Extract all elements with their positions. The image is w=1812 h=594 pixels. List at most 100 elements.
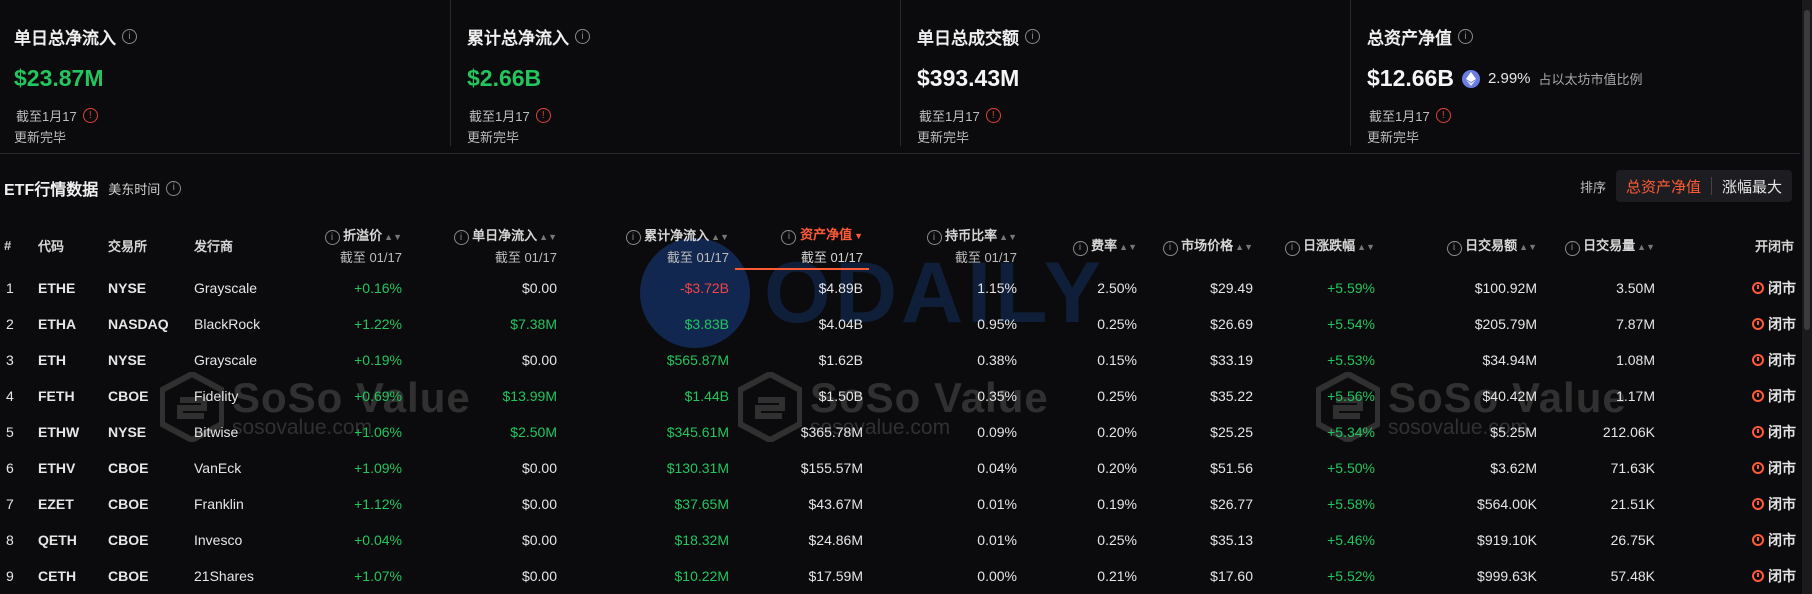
sort-bar: 排序 总资产净值 涨幅最大 xyxy=(1580,170,1792,202)
info-icon[interactable]: i xyxy=(1072,240,1088,256)
cell-daily-volume: 7.87M xyxy=(1616,316,1655,332)
col-net-assets[interactable]: i 资产净值 ▼ 截至 01/17 xyxy=(735,222,869,270)
col-exchange: 交易所 xyxy=(108,239,148,254)
cell-code[interactable]: ETHE xyxy=(38,269,108,306)
sort-caret-icon[interactable]: ▲▼ xyxy=(1357,242,1375,252)
stat-date: 截至1月17 xyxy=(16,109,77,124)
sort-caret-icon[interactable]: ▲▼ xyxy=(1119,242,1137,252)
cell-daily-inflow: $13.99M xyxy=(502,388,557,404)
cell-daily-inflow: $0.00 xyxy=(521,496,557,512)
cell-market-price: $35.13 xyxy=(1210,532,1253,548)
cell-daily-volume: 26.75K xyxy=(1610,532,1655,548)
cell-cumulative-inflow: $345.61M xyxy=(666,424,729,440)
col-premium[interactable]: i 折溢价 ▲▼ 截至 01/17 xyxy=(312,222,408,269)
info-icon[interactable]: i xyxy=(926,230,942,246)
cell-fee: 0.25% xyxy=(1097,532,1137,548)
info-icon[interactable]: ! xyxy=(985,108,1001,123)
table-row[interactable]: 9 CETH CBOE 21Shares +1.07% $0.00 $10.22M $17.5… xyxy=(0,558,1800,594)
cell-code[interactable]: ETHW xyxy=(38,414,108,450)
table-row[interactable]: 7 EZET CBOE Franklin +1.12% $0.00 $37.65M $43.6… xyxy=(0,486,1800,522)
cell-code[interactable]: ETH xyxy=(38,342,108,378)
col-daily-turnover[interactable]: i 日交易额 ▲▼ xyxy=(1381,222,1543,269)
cell-holding-ratio: 0.35% xyxy=(977,388,1017,404)
cell-fee: 2.50% xyxy=(1097,279,1137,296)
sort-caret-icon[interactable]: ▲▼ xyxy=(711,232,729,242)
info-icon[interactable]: i xyxy=(1564,240,1580,256)
info-icon[interactable]: i xyxy=(781,229,797,245)
cell-holding-ratio: 0.04% xyxy=(977,460,1017,476)
sort-by-net-assets-button[interactable]: 总资产净值 xyxy=(1616,170,1711,202)
info-icon[interactable]: ! xyxy=(535,108,551,123)
cell-issuer: Fidelity xyxy=(194,388,239,404)
cell-issuer: Grayscale xyxy=(194,279,258,296)
cell-code[interactable]: EZET xyxy=(38,486,108,522)
table-row[interactable]: 6 ETHV CBOE VanEck +1.09% $0.00 $130.31M $155.5… xyxy=(0,450,1800,486)
cell-premium: +1.22% xyxy=(354,316,402,332)
col-daily-volume[interactable]: i 日交易量 ▲▼ xyxy=(1543,222,1661,269)
cell-daily-change: +5.34% xyxy=(1327,424,1375,440)
info-icon[interactable]: i xyxy=(453,230,469,246)
cell-daily-inflow: $0.00 xyxy=(521,352,557,368)
info-icon[interactable]: i xyxy=(1162,240,1178,256)
table-row[interactable]: 4 FETH CBOE Fidelity +0.69% $13.99M $1.44B $1.5… xyxy=(0,378,1800,414)
col-market-price[interactable]: i 市场价格 ▲▼ xyxy=(1143,222,1259,269)
clock-icon xyxy=(1752,462,1764,474)
sort-by-top-gainers-button[interactable]: 涨幅最大 xyxy=(1712,170,1792,202)
cell-code[interactable]: FETH xyxy=(38,378,108,414)
info-icon[interactable]: i xyxy=(1446,240,1462,256)
cell-holding-ratio: 0.38% xyxy=(977,352,1017,368)
col-fee[interactable]: i 费率 ▲▼ xyxy=(1023,222,1143,269)
cell-issuer: VanEck xyxy=(194,460,242,476)
stat-title: 单日总净流入 xyxy=(14,29,116,48)
col-cumulative-inflow[interactable]: i 累计净流入 ▲▼ 截至 01/17 xyxy=(563,222,735,269)
scrollbar-thumb[interactable] xyxy=(1804,10,1810,330)
vertical-scrollbar[interactable] xyxy=(1802,0,1812,594)
cell-exchange: CBOE xyxy=(108,532,149,548)
table-row[interactable]: 2 ETHA NASDAQ BlackRock +1.22% $7.38M $3.83B $4… xyxy=(0,306,1800,342)
sort-caret-icon[interactable]: ▲▼ xyxy=(1519,242,1537,252)
col-holding-ratio[interactable]: i 持币比率 ▲▼ 截至 01/17 xyxy=(869,222,1023,269)
cell-code[interactable]: ETHA xyxy=(38,306,108,342)
info-icon[interactable]: ! xyxy=(82,108,98,123)
sort-caret-icon[interactable]: ▲▼ xyxy=(1637,242,1655,252)
clock-icon xyxy=(1752,354,1764,366)
info-icon[interactable]: ! xyxy=(1435,108,1451,123)
info-icon[interactable]: i xyxy=(1025,29,1040,44)
clock-icon xyxy=(1752,426,1764,438)
sort-caret-icon[interactable]: ▲▼ xyxy=(539,232,557,242)
cell-net-assets: $1.50B xyxy=(818,388,863,404)
sort-caret-icon[interactable]: ▼ xyxy=(854,231,863,241)
info-icon[interactable]: i xyxy=(1284,240,1300,256)
info-icon[interactable]: i xyxy=(324,230,340,246)
cell-holding-ratio: 0.01% xyxy=(977,532,1017,548)
cell-daily-inflow: $0.00 xyxy=(521,460,557,476)
cell-exchange: NYSE xyxy=(108,279,147,296)
table-header-row: # 代码 交易所 发行商 i 折溢价 ▲▼ 截至 01/17 i 单日净流入 ▲▼ 截至… xyxy=(0,222,1800,270)
info-icon[interactable]: i xyxy=(122,29,137,44)
cell-daily-turnover: $5.25M xyxy=(1490,424,1537,440)
info-icon[interactable]: i xyxy=(1458,29,1473,44)
cell-code[interactable]: QETH xyxy=(38,522,108,558)
sort-options: 总资产净值 涨幅最大 xyxy=(1615,170,1792,202)
cell-market-status: 闭市 xyxy=(1661,378,1800,414)
eth-market-cap-ratio-label: 占以太坊市值比例 xyxy=(1538,72,1643,87)
cell-cumulative-inflow: -$3.72B xyxy=(679,279,729,296)
info-icon[interactable]: i xyxy=(575,29,590,44)
col-daily-inflow[interactable]: i 单日净流入 ▲▼ 截至 01/17 xyxy=(408,222,563,269)
table-row[interactable]: 8 QETH CBOE Invesco +0.04% $0.00 $18.32M $24.86… xyxy=(0,522,1800,558)
sort-caret-icon[interactable]: ▲▼ xyxy=(384,232,402,242)
table-row[interactable]: 3 ETH NYSE Grayscale +0.19% $0.00 $565.87M $1.6… xyxy=(0,342,1800,378)
info-icon[interactable]: i xyxy=(166,180,182,196)
cell-premium: +0.04% xyxy=(354,532,402,548)
cell-code[interactable]: CETH xyxy=(38,558,108,594)
table-row[interactable]: 5 ETHW NYSE Bitwise +1.06% $2.50M $345.61M $365… xyxy=(0,414,1800,450)
cell-cumulative-inflow: $37.65M xyxy=(674,496,729,512)
table-row[interactable]: 1 ETHE NYSE Grayscale +0.16% $0.00 -$3.72B $4.8… xyxy=(0,269,1800,306)
info-icon[interactable]: i xyxy=(625,230,641,246)
sort-caret-icon[interactable]: ▲▼ xyxy=(999,232,1017,242)
col-code: 代码 xyxy=(38,239,65,254)
sort-caret-icon[interactable]: ▲▼ xyxy=(1235,242,1253,252)
col-daily-change[interactable]: i 日涨跌幅 ▲▼ xyxy=(1259,222,1381,269)
cell-daily-volume: 21.51K xyxy=(1610,496,1655,512)
cell-code[interactable]: ETHV xyxy=(38,450,108,486)
